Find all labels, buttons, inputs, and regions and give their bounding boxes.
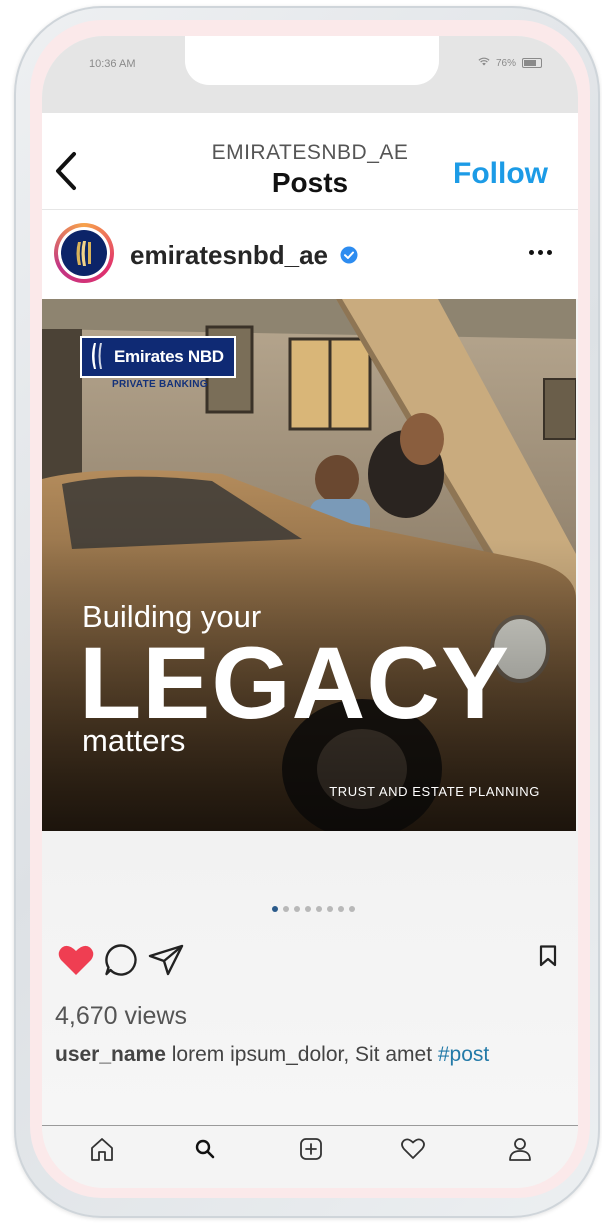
carousel-dot[interactable] [272,906,278,912]
brand-subtitle: PRIVATE BANKING [112,379,208,390]
home-icon[interactable] [89,1136,115,1162]
caption-hashtag[interactable]: #post [438,1043,489,1066]
view-count: 4,670 views [55,1002,188,1030]
like-heart-icon[interactable] [58,944,94,981]
wifi-icon [478,57,490,69]
caption-text: lorem ipsum_dolor, Sit amet [171,1043,433,1066]
post-username[interactable]: emiratesnbd_ae [130,240,328,271]
avatar[interactable] [54,223,114,283]
carousel-dot[interactable] [305,906,311,912]
bottom-nav [42,1125,578,1188]
emirates-nbd-emblem-icon [92,343,102,369]
share-send-icon[interactable] [148,944,184,981]
add-post-icon[interactable] [298,1136,324,1162]
post-tagline: TRUST AND ESTATE PLANNING [329,784,540,799]
headline-line-3: matters [82,723,186,758]
profile-icon[interactable] [507,1136,533,1162]
verified-badge-icon [340,246,358,269]
activity-heart-icon[interactable] [400,1136,426,1162]
brand-name: Emirates NBD [114,347,224,366]
carousel-dot[interactable] [338,906,344,912]
comment-icon[interactable] [104,943,138,982]
search-icon[interactable] [192,1136,218,1162]
carousel-dot[interactable] [283,906,289,912]
post-caption: user_name lorem ipsum_dolor, Sit amet #p… [55,1043,489,1067]
posts-header: EMIRATESNBD_AE Posts Follow [42,113,578,210]
more-options-icon[interactable] [529,250,552,255]
battery-icon [522,58,542,68]
caption-username[interactable]: user_name [55,1043,166,1066]
status-indicators: 76% [478,57,542,69]
post-header: emiratesnbd_ae [42,210,578,299]
carousel-dot[interactable] [294,906,300,912]
carousel-dot[interactable] [316,906,322,912]
follow-button[interactable]: Follow [453,157,548,191]
carousel-dot[interactable] [327,906,333,912]
brand-logo-box: Emirates NBD [80,336,236,378]
status-time: 10:36 AM [89,58,136,70]
carousel-dot[interactable] [349,906,355,912]
post-actions: 4,670 views user_name lorem ipsum_dolor,… [42,831,578,1131]
battery-percent: 76% [495,57,516,69]
notch [185,36,439,85]
emirates-nbd-logo-icon [61,230,107,276]
phone-screen: 10:36 AM 76% EMIRATESNBD_AE Posts Follow [42,36,578,1188]
post-image[interactable]: Emirates NBD PRIVATE BANKING Building yo… [42,299,576,831]
bookmark-icon[interactable] [539,945,557,972]
carousel-dots[interactable] [272,906,355,912]
status-bar: 10:36 AM 76% [42,36,578,113]
